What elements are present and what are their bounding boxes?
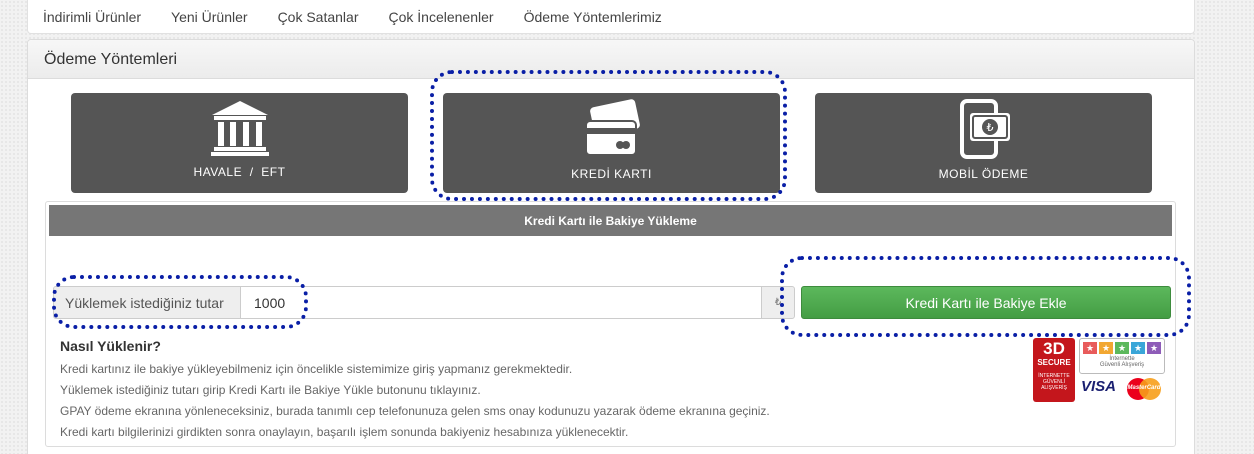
method-label: MOBİL ÖDEME: [938, 167, 1029, 181]
star-icon: ★: [1115, 342, 1129, 354]
nav-bestsellers[interactable]: Çok Satanlar: [278, 9, 359, 25]
credit-card-topup-box: Kredi Kartı ile Bakiye Yükleme Yüklemek …: [45, 201, 1176, 447]
star-icon: ★: [1147, 342, 1161, 354]
how-to-line: GPAY ödeme ekranına yönleneceksiniz, bur…: [60, 404, 770, 418]
bank-icon: [210, 101, 269, 156]
how-to-line: Kredi kartı bilgilerinizi girdikten sonr…: [60, 425, 629, 439]
credit-card-icon: [584, 99, 640, 156]
currency-addon: ₺: [761, 286, 795, 319]
topup-header: Kredi Kartı ile Bakiye Yükleme: [49, 205, 1172, 236]
panel-title: Ödeme Yöntemleri: [28, 40, 1194, 79]
how-to-title: Nasıl Yüklenir?: [60, 338, 161, 354]
payment-methods-panel: Ödeme Yöntemleri HAVALE / EFT KREDİ KART…: [27, 39, 1195, 454]
method-credit-card[interactable]: KREDİ KARTI: [443, 93, 780, 193]
amount-label: Yüklemek istediğiniz tutar: [54, 287, 241, 318]
trust-badge: ★ ★ ★ ★ ★ İnternette Güvenli Alışveriş: [1079, 338, 1165, 374]
top-nav: İndirimli Ürünler Yeni Ürünler Çok Satan…: [27, 0, 1195, 34]
amount-input[interactable]: [241, 287, 793, 318]
method-bank-transfer[interactable]: HAVALE / EFT: [71, 93, 408, 193]
method-label: KREDİ KARTI: [571, 167, 652, 181]
nav-discounted[interactable]: İndirimli Ürünler: [43, 9, 141, 25]
how-to-line: Kredi kartınız ile bakiye yükleyebilmeni…: [60, 362, 573, 376]
svg-text:₺: ₺: [986, 121, 993, 134]
method-label: HAVALE / EFT: [193, 165, 286, 179]
amount-input-group: Yüklemek istediğiniz tutar: [53, 286, 794, 319]
nav-payment-methods[interactable]: Ödeme Yöntemlerimiz: [524, 9, 662, 25]
star-icon: ★: [1083, 342, 1097, 354]
3d-secure-badge: 3D SECURE İNTERNETTE GÜVENLİ ALIŞVERİŞ: [1033, 338, 1075, 402]
visa-logo: VISA: [1081, 378, 1117, 395]
nav-new[interactable]: Yeni Ürünler: [171, 9, 248, 25]
nav-most-reviewed[interactable]: Çok İncelenenler: [389, 9, 494, 25]
star-icon: ★: [1131, 342, 1145, 354]
star-icon: ★: [1099, 342, 1113, 354]
mobile-payment-icon: ₺: [959, 99, 1010, 159]
method-mobile-payment[interactable]: ₺ MOBİL ÖDEME: [815, 93, 1152, 193]
how-to-line: Yüklemek istediğiniz tutarı girip Kredi …: [60, 383, 481, 397]
security-badges: 3D SECURE İNTERNETTE GÜVENLİ ALIŞVERİŞ ★…: [1033, 338, 1165, 402]
mastercard-logo: MasterCard: [1125, 378, 1163, 400]
add-balance-button[interactable]: Kredi Kartı ile Bakiye Ekle: [801, 286, 1171, 319]
